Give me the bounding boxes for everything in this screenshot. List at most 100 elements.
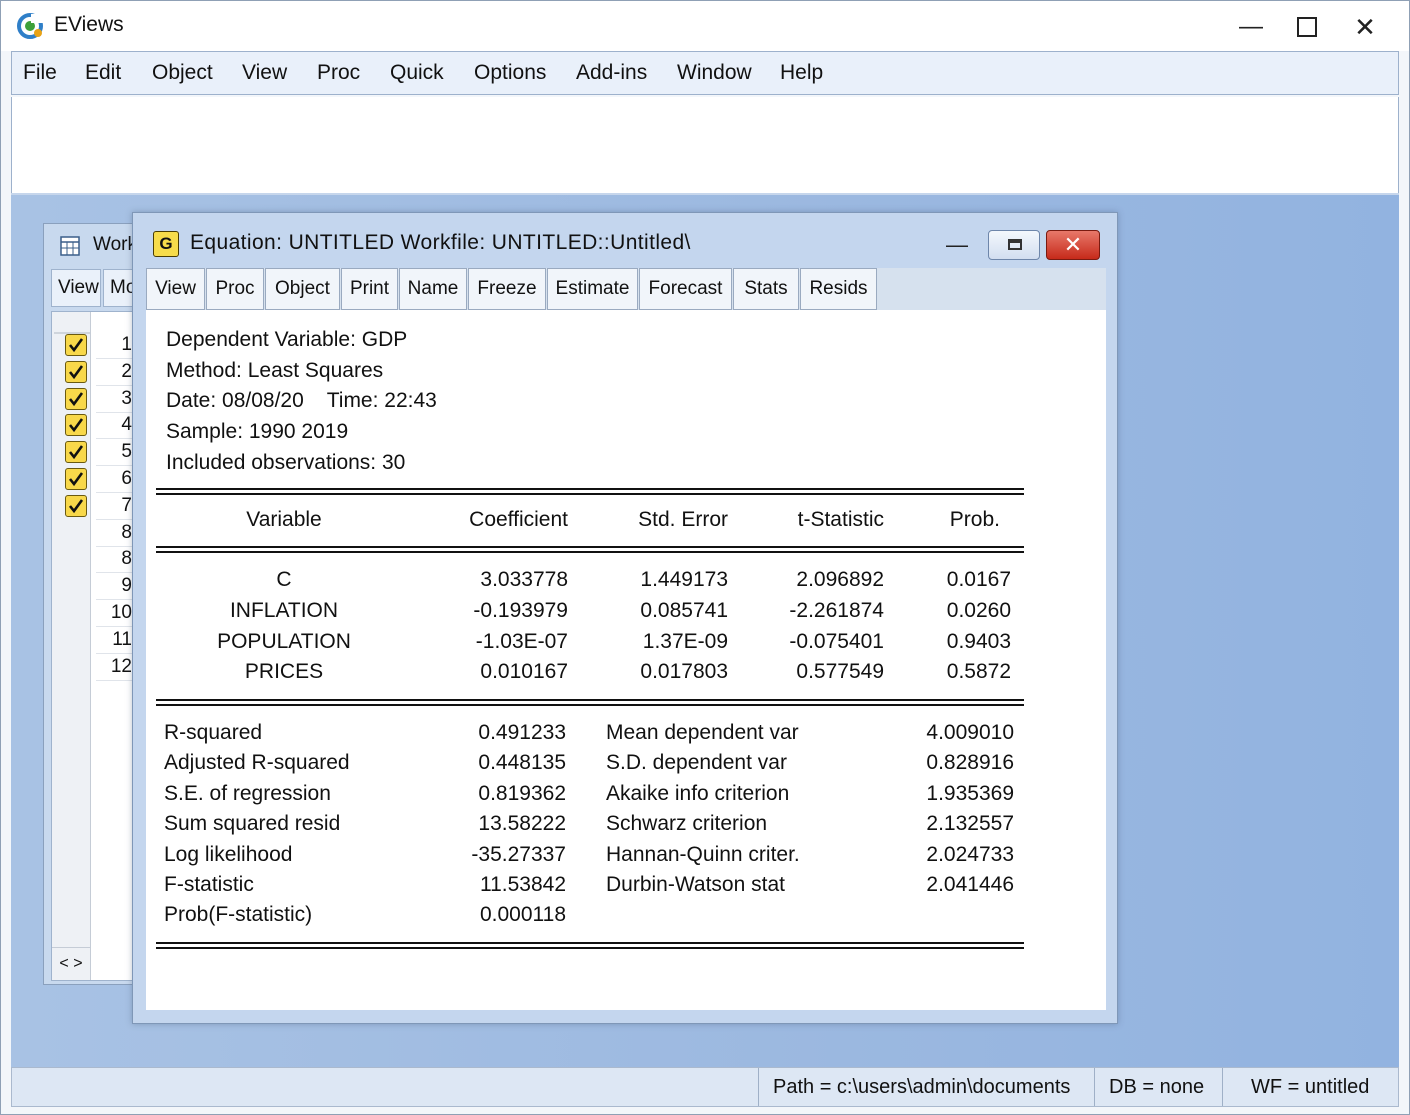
workfile-object-list[interactable]: < > 1 2 3 4 5 6 7 8 8 9 10 11 12 [51, 311, 137, 981]
table-rule-mid [156, 699, 1024, 706]
workfile-row-number[interactable]: 7 [96, 493, 132, 520]
maximize-icon [1297, 17, 1317, 37]
equation-minimize-button[interactable]: — [945, 233, 969, 257]
menu-object[interactable]: Object [152, 61, 213, 85]
col-header-coefficient: Coefficient [469, 508, 568, 531]
app-titlebar: EViews — ✕ [1, 1, 1409, 51]
workfile-row-number[interactable]: 5 [96, 439, 132, 467]
row-t-statistic: -2.261874 [789, 599, 884, 622]
eq-forecast-button[interactable]: Forecast [639, 268, 732, 310]
stat-value: 0.828916 [926, 751, 1014, 774]
table-rule-top [156, 488, 1024, 495]
workfile-row-number[interactable]: 8 [96, 546, 132, 574]
row-t-statistic: -0.075401 [789, 630, 884, 653]
stat-label: S.D. dependent var [606, 751, 787, 774]
stat-label: Schwarz criterion [606, 812, 768, 835]
row-variable: INFLATION [229, 599, 339, 622]
workfile-row-number[interactable]: 2 [96, 359, 132, 386]
scroll-left-icon[interactable]: < [59, 955, 68, 972]
equation-icon: G [153, 231, 179, 257]
stat-value: 2.024733 [926, 843, 1014, 866]
checkmark-icon [65, 414, 87, 437]
eq-view-button[interactable]: View [146, 268, 205, 310]
row-coefficient: -0.193979 [473, 599, 568, 622]
workfile-row-number[interactable]: 8 [96, 520, 132, 547]
menu-proc[interactable]: Proc [317, 61, 360, 85]
eq-stats-button[interactable]: Stats [733, 268, 799, 310]
menu-bar: File Edit Object View Proc Quick Options… [11, 51, 1399, 95]
menu-add-ins[interactable]: Add-ins [576, 61, 647, 85]
minimize-icon: — [1239, 13, 1263, 40]
col-header-variable: Variable [246, 508, 322, 531]
eq-name-button[interactable]: Name [399, 268, 467, 310]
row-t-statistic: 0.577549 [796, 660, 884, 683]
workfile-title: Work [93, 234, 137, 255]
eq-resids-button[interactable]: Resids [800, 268, 877, 310]
stat-value: 4.009010 [926, 721, 1014, 744]
output-date-time: Date: 08/08/20 Time: 22:43 [166, 389, 437, 412]
menu-quick[interactable]: Quick [390, 61, 444, 85]
stat-label: Adjusted R-squared [164, 751, 350, 774]
equation-restore-button[interactable] [988, 230, 1040, 260]
restore-icon [1008, 239, 1022, 250]
scroll-right-icon[interactable]: > [73, 955, 82, 972]
row-variable: PRICES [244, 660, 324, 683]
eq-estimate-button[interactable]: Estimate [547, 268, 638, 310]
workfile-row-number[interactable]: 12 [96, 654, 132, 681]
row-variable: C [276, 568, 292, 591]
output-sample: Sample: 1990 2019 [166, 420, 349, 443]
row-std-error: 1.37E-09 [642, 630, 728, 653]
workfile-row-number[interactable]: 6 [96, 466, 132, 493]
menu-view[interactable]: View [242, 61, 287, 85]
stat-value: 0.448135 [478, 751, 566, 774]
stat-value: 13.58222 [478, 812, 566, 835]
eq-proc-button[interactable]: Proc [206, 268, 264, 310]
menu-options[interactable]: Options [474, 61, 546, 85]
output-observations: Included observations: 30 [166, 451, 406, 474]
workfile-window[interactable]: Work View Mo < > 1 2 3 4 5 6 7 8 8 9 10 11 12 [43, 223, 143, 985]
stat-label: F-statistic [164, 873, 254, 896]
workfile-row-number[interactable]: 4 [96, 412, 132, 440]
command-window[interactable] [11, 97, 1399, 193]
minimize-button[interactable]: — [1223, 7, 1279, 47]
stat-label: Durbin-Watson stat [606, 873, 785, 896]
stat-label: R-squared [164, 721, 263, 744]
menu-file[interactable]: File [23, 61, 57, 85]
workfile-row-number[interactable]: 9 [96, 573, 132, 601]
minimize-icon: — [946, 232, 968, 257]
workfile-icon [60, 236, 80, 256]
equation-close-button[interactable]: ✕ [1046, 230, 1100, 260]
close-icon: ✕ [1063, 232, 1083, 257]
row-std-error: 0.017803 [640, 660, 728, 683]
stat-value: 11.53842 [479, 873, 566, 896]
workfile-scroll-arrows[interactable]: < > [52, 947, 90, 980]
close-button[interactable]: ✕ [1337, 7, 1393, 47]
checkmark-icon [65, 360, 87, 383]
eq-print-button[interactable]: Print [341, 268, 398, 310]
menu-edit[interactable]: Edit [85, 61, 121, 85]
stat-value: 0.819362 [478, 782, 566, 805]
workfile-row-number[interactable]: 3 [96, 386, 132, 413]
table-rule-header [156, 546, 1024, 553]
menu-help[interactable]: Help [780, 61, 823, 85]
row-std-error: 1.449173 [640, 568, 728, 591]
eq-object-button[interactable]: Object [265, 268, 340, 310]
row-coefficient: 0.010167 [480, 660, 568, 683]
eq-freeze-button[interactable]: Freeze [468, 268, 546, 310]
equation-window[interactable]: G Equation: UNTITLED Workfile: UNTITLED:… [132, 212, 1118, 1024]
row-prob: 0.0167 [946, 568, 1011, 591]
workfile-row-number[interactable]: 1 [96, 332, 132, 359]
status-bar: Path = c:\users\admin\documents DB = non… [11, 1067, 1399, 1107]
workfile-view-button[interactable]: View [51, 269, 101, 307]
checkmark-icon [65, 494, 87, 517]
maximize-button[interactable] [1279, 7, 1335, 47]
col-header-std-error: Std. Error [638, 508, 728, 531]
menu-window[interactable]: Window [677, 61, 752, 85]
checkmark-icon [65, 387, 87, 410]
stat-value: 0.491233 [478, 721, 566, 744]
eviews-logo-icon [17, 13, 43, 39]
stat-value: -35.27337 [471, 843, 566, 866]
workfile-row-number[interactable]: 10 [96, 600, 132, 627]
row-std-error: 0.085741 [640, 599, 728, 622]
workfile-row-number[interactable]: 11 [96, 627, 132, 654]
